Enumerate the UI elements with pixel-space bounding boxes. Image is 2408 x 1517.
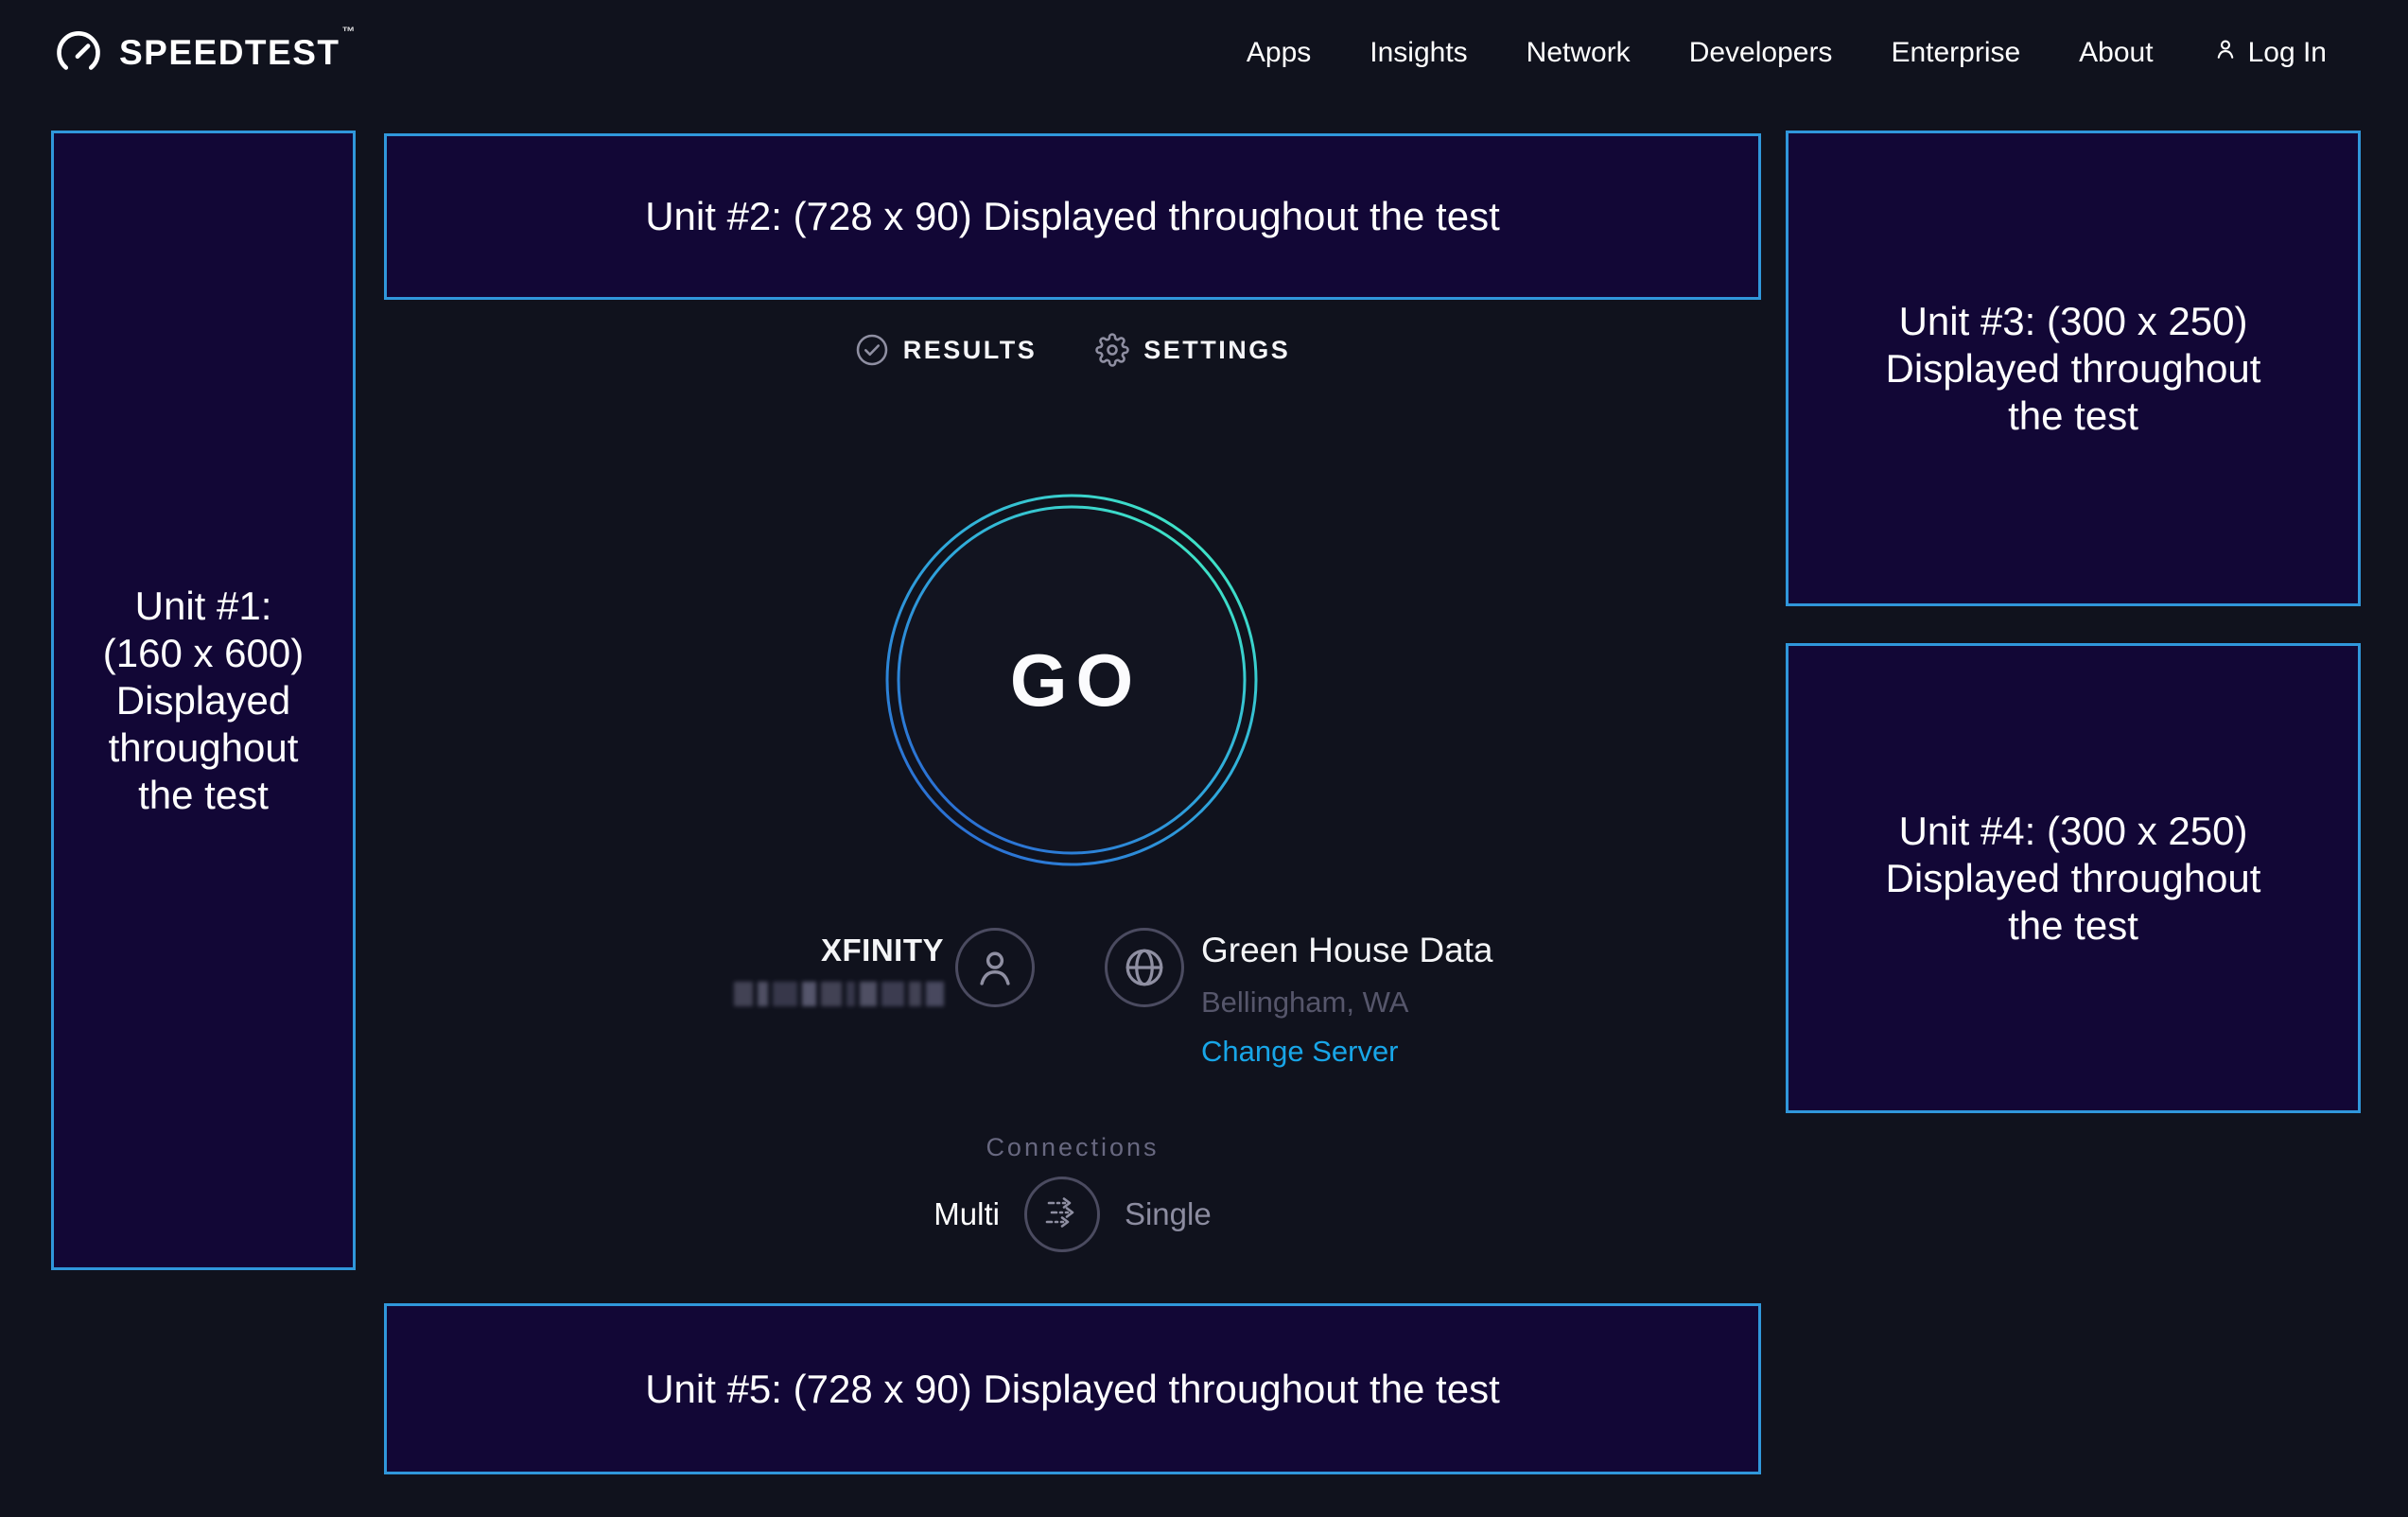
go-button-label: GO [884,493,1259,867]
check-circle-icon [855,333,889,367]
connections-label: Connections [384,1133,1761,1162]
ad-unit-1-text: Unit #1: (160 x 600) Displayed throughou… [103,583,304,819]
nav-item-about[interactable]: About [2079,37,2153,69]
nav-item-insights[interactable]: Insights [1370,37,1467,69]
ad-unit-1-skyscraper[interactable]: Unit #1: (160 x 600) Displayed throughou… [51,131,356,1270]
nav-item-enterprise[interactable]: Enterprise [1891,37,2020,69]
server-block: Green House Data Bellingham, WA Change S… [1201,931,1493,1069]
ad-unit-2-text: Unit #2: (728 x 90) Displayed throughout… [645,193,1500,240]
ad-unit-5-leaderboard[interactable]: Unit #5: (728 x 90) Displayed throughout… [384,1303,1761,1474]
main-nav: Apps Insights Network Developers Enterpr… [1247,0,2327,106]
provider-ip-redacted [624,982,944,1006]
connections-row: Multi Single [384,1177,1761,1252]
gear-icon [1095,333,1129,367]
tab-settings-label: SETTINGS [1143,336,1290,365]
ad-unit-4-rectangle[interactable]: Unit #4: (300 x 250) Displayed throughou… [1786,643,2361,1113]
user-icon [2212,36,2239,70]
trademark-mark: ™ [342,24,358,39]
provider-block: XFINITY [624,933,944,1006]
server-location: Bellingham, WA [1201,985,1493,1020]
tab-results[interactable]: RESULTS [855,333,1038,367]
nav-item-network[interactable]: Network [1527,37,1631,69]
connections-toggle[interactable] [1024,1177,1100,1252]
connections-single-option[interactable]: Single [1125,1196,1212,1232]
provider-name: XFINITY [624,933,944,968]
go-button[interactable]: GO [884,493,1259,867]
top-nav-bar: SPEEDTEST™ Apps Insights Network Develop… [0,0,2408,106]
nav-item-apps[interactable]: Apps [1247,37,1311,69]
login-button[interactable]: Log In [2212,36,2327,70]
server-globe-icon [1105,928,1184,1007]
speedtest-page: SPEEDTEST™ Apps Insights Network Develop… [0,0,2408,1517]
ad-unit-3-text: Unit #3: (300 x 250) Displayed throughou… [1886,298,2261,440]
tab-results-label: RESULTS [903,336,1038,365]
nav-item-developers[interactable]: Developers [1689,37,1833,69]
connections-multi-option[interactable]: Multi [934,1196,1000,1232]
ad-unit-4-text: Unit #4: (300 x 250) Displayed throughou… [1886,808,2261,950]
gauge-icon [53,27,104,78]
tab-settings[interactable]: SETTINGS [1095,333,1290,367]
ad-unit-2-leaderboard[interactable]: Unit #2: (728 x 90) Displayed throughout… [384,133,1761,300]
provider-person-icon [955,928,1035,1007]
results-settings-tabs: RESULTS SETTINGS [384,333,1761,367]
speedtest-logo[interactable]: SPEEDTEST™ [53,0,355,106]
server-name: Green House Data [1201,931,1493,970]
multi-connection-arrows-icon [1040,1191,1084,1239]
change-server-link[interactable]: Change Server [1201,1035,1493,1069]
ad-unit-3-rectangle[interactable]: Unit #3: (300 x 250) Displayed throughou… [1786,131,2361,606]
ad-unit-5-text: Unit #5: (728 x 90) Displayed throughout… [645,1366,1500,1413]
logo-wordmark: SPEEDTEST™ [119,33,355,73]
login-label: Log In [2248,37,2327,69]
